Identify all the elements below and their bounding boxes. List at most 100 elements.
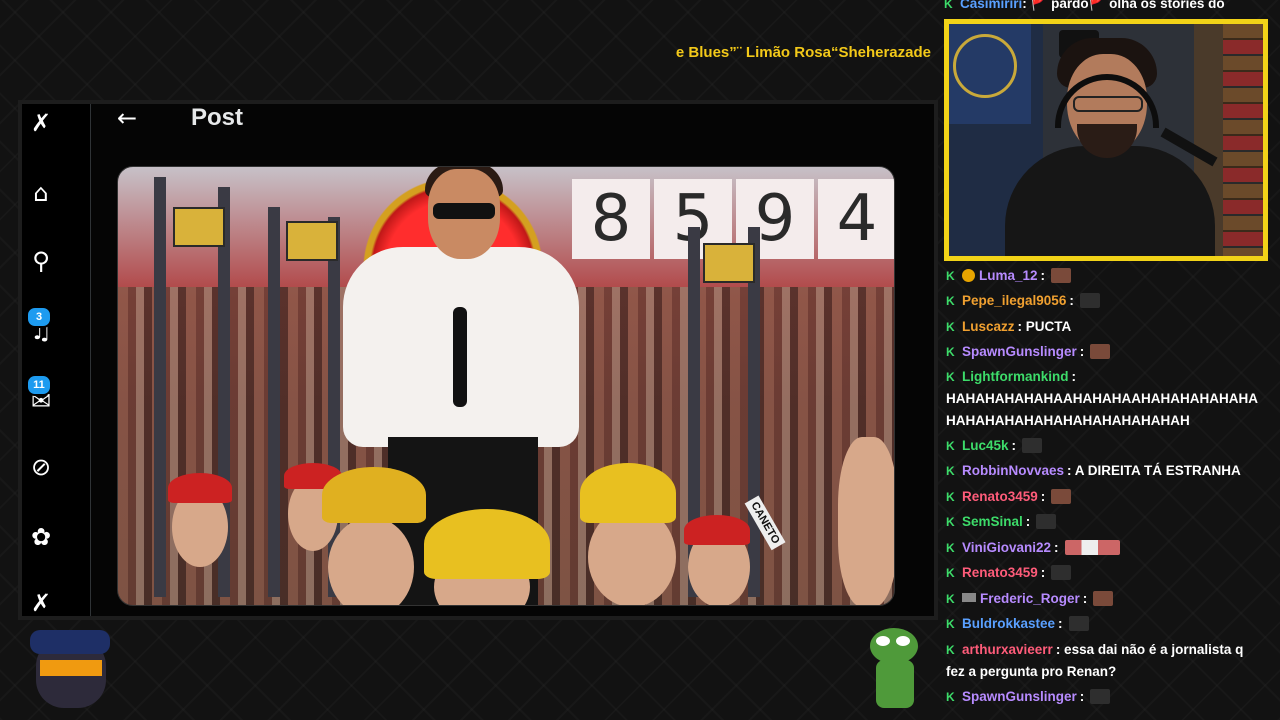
chat-message: K Luscazz: PUCTA — [946, 316, 1272, 338]
chat-username[interactable]: SpawnGunslinger — [962, 344, 1077, 359]
guillotine-sign — [286, 221, 338, 261]
chat-message: HAHAHAHAHAHAHAHAHAHAHAHAH — [946, 410, 1272, 432]
chat-text: : A DIREITA TÁ ESTRANHA — [1067, 463, 1241, 478]
kick-badge-icon: K — [946, 643, 955, 657]
chat-message: K Luc45k: — [946, 435, 1272, 457]
chat-message: K Casimiriri: 🚩 pardo🚩 olha os stories do — [944, 0, 1280, 14]
chat-emote-icon — [1036, 514, 1057, 529]
chat-username[interactable]: SemSinal — [962, 514, 1023, 529]
chat-emote-icon — [1090, 344, 1111, 359]
chat-username[interactable]: Frederic_Roger — [980, 591, 1080, 606]
chat-username[interactable]: Pepe_ilegal9056 — [962, 293, 1066, 308]
chat-username[interactable]: Lightformankind — [962, 369, 1069, 384]
chat-message: K Buldrokkastee: — [946, 613, 1272, 635]
chat-username[interactable]: arthurxavieerr — [962, 642, 1053, 657]
chat-message: K Renato3459: — [946, 486, 1272, 508]
chat-text: : 🚩 pardo🚩 olha os stories do — [1022, 0, 1225, 11]
chat-emote-icon — [1051, 489, 1072, 504]
chat-message: K ViniGiovani22: — [946, 537, 1272, 559]
figure-face — [328, 517, 414, 605]
chat-text: : — [1082, 591, 1088, 606]
chat-text: HAHAHAHAHAHAAHAHAHAAHAHAHAHAHAHA — [946, 391, 1258, 406]
x-logo-icon[interactable]: ✗ — [28, 110, 54, 136]
ticker-text: e Blues”¨ Limão Rosa“Sheherazade — [675, 44, 931, 61]
pepe-emote — [866, 628, 922, 710]
chat-username[interactable]: Renato3459 — [962, 489, 1038, 504]
yellow-cap — [580, 463, 676, 523]
kick-badge-icon: K — [946, 269, 955, 283]
premium-icon[interactable]: ✗ — [28, 590, 54, 616]
guillotine-sign — [703, 243, 755, 283]
post-header-title: Post — [191, 104, 244, 131]
kick-badge-icon: K — [946, 439, 955, 453]
counter-digit: 4 — [818, 179, 894, 259]
chat-text: : — [1011, 438, 1017, 453]
post-image[interactable]: 8 5 9 4 CANETO — [117, 166, 895, 606]
now-playing-ticker: e Blues”¨ Limão Rosa“Sheherazade — [660, 40, 935, 66]
chat-message: K SpawnGunslinger: — [946, 341, 1272, 363]
chat-message: K SpawnGunslinger: — [946, 686, 1272, 708]
chat-message: K Pepe_ilegal9056: — [946, 290, 1272, 312]
guillotine-sign — [173, 207, 225, 247]
chat-text: : — [1069, 293, 1074, 308]
chat-text: : — [1079, 344, 1085, 359]
chat-username[interactable]: Luma_12 — [979, 268, 1038, 283]
kick-badge-icon: K — [946, 464, 955, 478]
chat-text: : — [1040, 268, 1046, 283]
back-arrow-icon[interactable]: ← — [117, 104, 137, 132]
kick-badge-icon: K — [946, 592, 955, 606]
chat-emote-icon — [1051, 565, 1072, 580]
kick-badge-icon: K — [946, 490, 955, 504]
chat-username[interactable]: RobbinNovvaes — [962, 463, 1064, 478]
chat-text: : essa dai não é a jornalista q — [1055, 642, 1244, 657]
chat-message: fez a pergunta pro Renan? — [946, 661, 1272, 683]
guillotine-post — [154, 177, 166, 597]
chat-text: fez a pergunta pro Renan? — [946, 664, 1117, 679]
chat-username[interactable]: ViniGiovani22 — [962, 540, 1051, 555]
chat-text: : PUCTA — [1017, 319, 1072, 334]
kick-badge-icon: K — [946, 515, 955, 529]
messages-badge: 11 — [26, 374, 52, 396]
chat-message: K RobbinNovvaes: A DIREITA TÁ ESTRANHA — [946, 460, 1272, 482]
chat-message: HAHAHAHAHAHAAHAHAHAAHAHAHAHAHAHA — [946, 388, 1272, 410]
crown-badge-icon — [962, 593, 976, 602]
guillotine-post — [268, 207, 280, 597]
chat-username[interactable]: Buldrokkastee — [962, 616, 1055, 631]
home-icon[interactable]: ⌂ — [28, 180, 54, 206]
search-icon[interactable]: ⚲ — [28, 248, 54, 274]
chat-text: : — [1025, 514, 1031, 529]
post-area: ← Post 8 5 9 4 CANETO — [90, 104, 934, 616]
communities-icon[interactable]: ✿ — [28, 524, 54, 550]
chat-message: K Frederic_Roger: — [946, 588, 1272, 610]
kick-badge-icon: K — [946, 370, 955, 384]
chat-username[interactable]: SpawnGunslinger — [962, 689, 1077, 704]
chat-text: : — [1079, 689, 1085, 704]
chat-emote-icon — [1093, 591, 1114, 606]
figure-face — [838, 437, 894, 605]
chat-emote-icon — [1068, 616, 1089, 631]
chat-emote-icon — [1090, 689, 1111, 704]
kick-badge-icon: K — [946, 617, 955, 631]
mascot-emote — [30, 630, 110, 710]
chat-emote-icon — [1051, 268, 1072, 283]
chat-message: K SemSinal: — [946, 511, 1272, 533]
chat-text: : — [1040, 489, 1046, 504]
chat-username[interactable]: Luscazz — [962, 319, 1015, 334]
chat-username[interactable]: Luc45k — [962, 438, 1009, 453]
chat-username[interactable]: Renato3459 — [962, 565, 1038, 580]
chat-text: : — [1058, 616, 1063, 631]
chat-message: Karthurxavieerr: essa dai não é a jornal… — [946, 639, 1272, 661]
browser-capture: ✗ ⌂ ⚲ ♫ 3 ✉ 11 ⊘ ✿ ✗ ← Post 8 5 9 4 CANE… — [18, 100, 938, 620]
chat-message: K Lightformankind: — [946, 366, 1272, 388]
kick-badge-icon: K — [946, 345, 955, 359]
kick-badge-icon: K — [946, 541, 955, 555]
kick-badge-icon: K — [946, 294, 955, 308]
kick-badge-icon: K — [946, 690, 955, 704]
grok-icon[interactable]: ⊘ — [28, 454, 54, 480]
chat-username[interactable]: Casimiriri — [960, 0, 1022, 11]
counter-digit: 8 — [572, 179, 650, 259]
coin-badge-icon — [962, 269, 975, 282]
chat-text: : — [1054, 540, 1059, 555]
notifications-badge: 3 — [26, 306, 52, 328]
x-sidebar: ✗ ⌂ ⚲ ♫ 3 ✉ 11 ⊘ ✿ ✗ — [22, 104, 86, 616]
